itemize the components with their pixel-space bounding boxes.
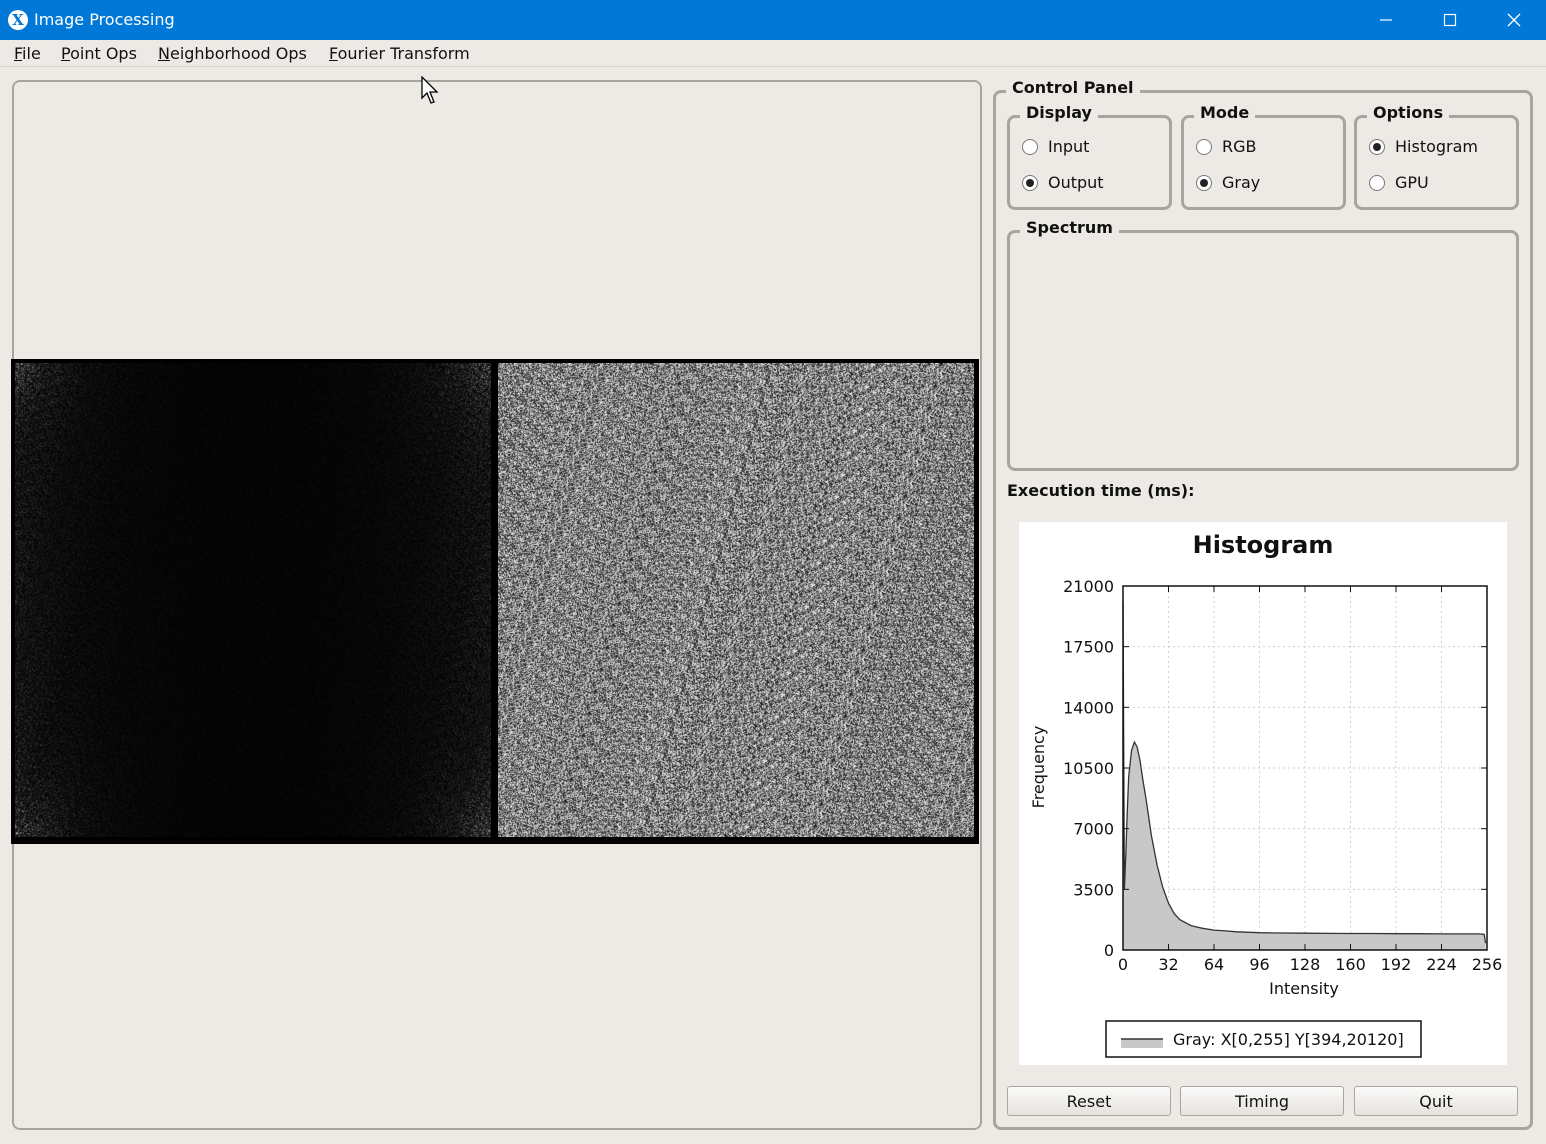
legend-label: Gray: X[0,255] Y[394,20120] — [1173, 1030, 1404, 1049]
y-axis-label: Frequency — [1029, 726, 1048, 809]
timing-button[interactable]: Timing — [1180, 1086, 1344, 1116]
display-output-radio[interactable]: Output — [1022, 173, 1104, 192]
fourier-phase-image — [498, 363, 974, 837]
radio-checked-icon — [1196, 174, 1212, 191]
maximize-icon — [1443, 13, 1457, 27]
mode-group-title: Mode — [1194, 103, 1256, 122]
x-tick-label: 128 — [1290, 955, 1321, 974]
menu-neighborhood-ops[interactable]: Neighborhood Ops — [158, 44, 307, 63]
y-tick-label: 7000 — [1073, 820, 1114, 839]
maximize-button[interactable] — [1418, 0, 1482, 40]
chart-title: Histogram — [1193, 531, 1334, 559]
y-tick-label: 14000 — [1063, 698, 1114, 717]
quit-button[interactable]: Quit — [1354, 1086, 1518, 1116]
y-tick-label: 21000 — [1063, 577, 1114, 596]
spectrum-group: Spectrum — [1007, 218, 1519, 471]
histogram-svg: Histogram Frequency Intensity 0 32 64 96 128… — [1029, 531, 1503, 1058]
x-tick-label: 256 — [1472, 955, 1503, 974]
x-tick-label: 64 — [1204, 955, 1224, 974]
y-tick-label: 0 — [1104, 941, 1114, 960]
close-button[interactable] — [1482, 0, 1546, 40]
x-tick-label: 224 — [1426, 955, 1457, 974]
fourier-magnitude-image — [15, 363, 491, 837]
mode-group: Mode RGB Gray — [1181, 103, 1346, 210]
options-gpu-radio[interactable]: GPU — [1369, 173, 1429, 192]
menu-file[interactable]: File — [14, 44, 41, 63]
histogram-chart: Histogram Frequency Intensity 0 32 64 96 128… — [1019, 522, 1507, 1065]
radio-unchecked-icon — [1022, 138, 1038, 155]
histogram-line — [1122, 601, 1487, 944]
x-axis-label: Intensity — [1269, 979, 1339, 998]
app-icon: X — [8, 10, 28, 30]
radio-unchecked-icon — [1196, 138, 1212, 155]
display-group-title: Display — [1020, 103, 1098, 122]
reset-button[interactable]: Reset — [1007, 1086, 1171, 1116]
options-histogram-radio[interactable]: Histogram — [1369, 137, 1478, 156]
histogram-area — [1123, 601, 1486, 950]
title-bar: X Image Processing — [0, 0, 1546, 40]
mode-rgb-radio[interactable]: RGB — [1196, 137, 1257, 156]
menu-fourier-transform[interactable]: Fourier Transform — [329, 44, 470, 63]
y-tick-label: 10500 — [1063, 759, 1114, 778]
x-tick-label: 160 — [1335, 955, 1366, 974]
minimize-button[interactable] — [1354, 0, 1418, 40]
mouse-cursor-icon — [421, 76, 439, 104]
x-tick-label: 0 — [1118, 955, 1128, 974]
control-panel-title: Control Panel — [1006, 78, 1140, 97]
x-tick-label: 192 — [1381, 955, 1412, 974]
legend-swatch — [1121, 1039, 1163, 1048]
image-view — [11, 359, 979, 844]
menu-point-ops[interactable]: Point Ops — [61, 44, 137, 63]
display-input-radio[interactable]: Input — [1022, 137, 1089, 156]
execution-time-label: Execution time (ms): — [1007, 481, 1195, 500]
spectrum-group-title: Spectrum — [1020, 218, 1119, 237]
radio-checked-icon — [1022, 174, 1038, 191]
x-tick-label: 96 — [1249, 955, 1269, 974]
options-group-title: Options — [1367, 103, 1450, 122]
display-group: Display Input Output — [1007, 103, 1172, 210]
mode-gray-radio[interactable]: Gray — [1196, 173, 1260, 192]
options-group: Options Histogram GPU — [1354, 103, 1519, 210]
menu-bar: File Point Ops Neighborhood Ops Fourier … — [0, 40, 1546, 67]
window-title: Image Processing — [34, 10, 175, 29]
minimize-icon — [1380, 19, 1392, 21]
y-tick-label: 3500 — [1073, 880, 1114, 899]
x-tick-label: 32 — [1158, 955, 1178, 974]
radio-checked-icon — [1369, 138, 1385, 155]
radio-unchecked-icon — [1369, 174, 1385, 191]
y-tick-label: 17500 — [1063, 638, 1114, 657]
close-icon — [1507, 13, 1521, 27]
